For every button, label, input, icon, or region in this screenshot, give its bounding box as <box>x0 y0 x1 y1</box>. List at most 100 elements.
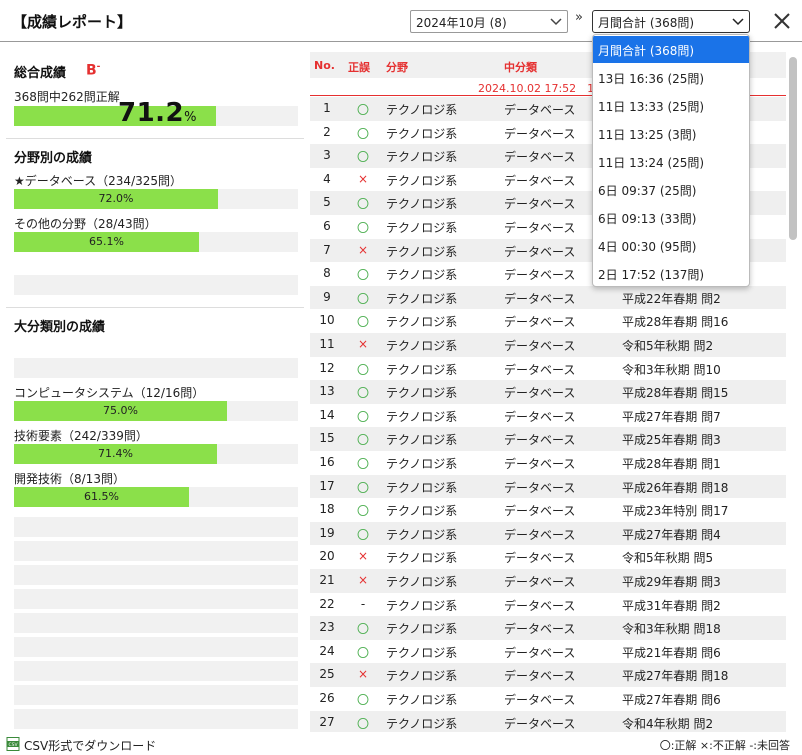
csv-download-link[interactable]: CSV形式でダウンロード <box>24 737 156 754</box>
table-row[interactable]: 19 〇 テクノロジ系 データベース 平成27年春期 問4 <box>310 521 786 546</box>
table-row[interactable]: 10 〇 テクノロジ系 データベース 平成28年春期 問16 <box>310 309 786 333</box>
table-row[interactable]: 20 × テクノロジ系 データベース 令和5年秋期 問5 <box>310 545 786 569</box>
overall-title: 総合成績 <box>14 66 67 81</box>
divider <box>6 307 304 308</box>
dropdown-option[interactable]: 4日 00:30 (95問) <box>593 232 749 259</box>
table-row[interactable]: 25 × テクノロジ系 データベース 平成27年春期 問18 <box>310 663 786 687</box>
row-mid: データベース <box>504 126 576 141</box>
table-row[interactable]: 22 - テクノロジ系 データベース 平成31年春期 問2 <box>310 593 786 617</box>
dropdown-option[interactable]: 月間合計 (368問) <box>593 36 749 63</box>
row-field: テクノロジ系 <box>386 386 458 401</box>
row-field: テクノロジ系 <box>386 693 458 707</box>
row-mid: データベース <box>504 315 576 330</box>
table-row[interactable]: 26 〇 テクノロジ系 データベース 平成27年春期 問6 <box>310 687 786 711</box>
row-mark: 〇 <box>356 103 369 117</box>
row-mid: データベース <box>504 669 576 684</box>
table-row[interactable]: 27 〇 テクノロジ系 データベース 令和4年秋期 問2 <box>310 710 786 732</box>
overall-percent: 71.2% <box>118 98 197 128</box>
dropdown-option[interactable]: 13日 16:36 (25問) <box>593 64 749 91</box>
empty-row <box>14 275 298 295</box>
row-mid: データベース <box>504 551 576 566</box>
empty-row <box>14 637 298 657</box>
row-mark: 〇 <box>356 716 369 731</box>
row-source: 令和3年秋期 問10 <box>622 362 721 377</box>
row-mark: × <box>357 549 369 564</box>
row-no: 16 <box>319 455 335 469</box>
empty-row <box>14 517 298 537</box>
row-source: 平成28年春期 問15 <box>622 386 729 401</box>
row-mid: データベース <box>504 480 576 495</box>
col-header-mark: 正誤 <box>348 61 370 74</box>
table-row[interactable]: 11 × テクノロジ系 データベース 令和5年秋期 問2 <box>310 333 786 357</box>
row-no: 12 <box>319 360 335 375</box>
empty-row <box>14 685 298 705</box>
empty-row <box>14 565 298 585</box>
row-mid: データベース <box>504 457 576 471</box>
row-mark: 〇 <box>356 645 369 660</box>
field-bar: 65.1% <box>14 232 298 252</box>
row-no: 1 <box>323 101 331 115</box>
field-section-title: 分野別の成績 <box>14 151 93 166</box>
category-item-label: 技術要素（242/339問） <box>14 429 148 443</box>
row-source: 平成28年春期 問1 <box>622 457 721 471</box>
table-row[interactable]: 18 〇 テクノロジ系 データベース 平成23年特別 問17 <box>310 498 786 522</box>
scrollbar-thumb[interactable] <box>789 57 797 240</box>
row-source: 平成28年春期 問16 <box>622 315 729 330</box>
row-mid: データベース <box>504 409 576 424</box>
dropdown-option[interactable]: 11日 13:24 (25問) <box>593 148 749 175</box>
table-row[interactable]: 12 〇 テクノロジ系 データベース 令和3年秋期 問10 <box>310 357 786 381</box>
row-source: 平成27年春期 問18 <box>622 669 729 684</box>
dropdown-option[interactable]: 11日 13:25 (3問) <box>593 120 749 147</box>
row-mid: データベース <box>504 386 576 401</box>
row-no: 20 <box>319 549 335 564</box>
row-no: 8 <box>323 266 331 281</box>
row-field: テクノロジ系 <box>386 291 458 306</box>
table-row[interactable]: 13 〇 テクノロジ系 データベース 平成28年春期 問15 <box>310 380 786 404</box>
table-row[interactable]: 14 〇 テクノロジ系 データベース 平成27年春期 問7 <box>310 404 786 428</box>
dropdown-option[interactable]: 11日 13:33 (25問) <box>593 92 749 119</box>
row-no: 23 <box>319 620 335 635</box>
row-field: テクノロジ系 <box>386 598 458 613</box>
table-row[interactable]: 9 〇 テクノロジ系 データベース 平成22年春期 問2 <box>310 285 786 310</box>
table-row[interactable]: 21 × テクノロジ系 データベース 平成29年春期 問3 <box>310 569 786 593</box>
row-mid: データベース <box>504 197 576 212</box>
row-source: 平成27年春期 問6 <box>622 693 721 707</box>
row-mid: データベース <box>504 221 576 235</box>
mark-legend: 〇:正解 ×:不正解 -:未回答 <box>659 739 790 752</box>
row-field: テクノロジ系 <box>386 126 458 141</box>
table-row[interactable]: 23 〇 テクノロジ系 データベース 令和3年秋期 問18 <box>310 616 786 640</box>
month-select[interactable]: 2024年10月 (8) <box>410 10 568 33</box>
row-no: 17 <box>319 478 335 493</box>
dropdown-option[interactable]: 6日 09:13 (33問) <box>593 204 749 231</box>
table-row[interactable]: 24 〇 テクノロジ系 データベース 平成21年春期 問6 <box>310 640 786 664</box>
grade-badge: B- <box>86 62 100 79</box>
row-no: 24 <box>319 643 335 658</box>
table-row[interactable]: 17 〇 テクノロジ系 データベース 平成26年春期 問18 <box>310 474 786 499</box>
row-mid: データベース <box>504 598 576 613</box>
col-header-no: No. <box>314 59 335 72</box>
table-row[interactable]: 16 〇 テクノロジ系 データベース 平成28年春期 問1 <box>310 451 786 475</box>
category-bar: 61.5% <box>14 487 298 507</box>
session-select[interactable]: 月間合計 (368問) <box>592 10 750 33</box>
row-mid: データベース <box>504 103 576 117</box>
col-header-field: 分野 <box>386 61 408 74</box>
col-header-mid: 中分類 <box>504 61 537 74</box>
row-source: 平成29年春期 問3 <box>622 575 721 589</box>
row-field: テクノロジ系 <box>386 197 458 212</box>
session-date: 2024.10.02 17:52 1 <box>478 82 595 95</box>
empty-row <box>14 358 298 378</box>
dropdown-option[interactable]: 6日 09:37 (25問) <box>593 176 749 203</box>
overall-detail: 368問中262問正解 <box>14 90 120 104</box>
row-no: 19 <box>319 525 335 540</box>
row-source: 令和4年秋期 問2 <box>622 716 714 731</box>
close-icon[interactable] <box>770 9 794 33</box>
row-no: 27 <box>319 714 335 729</box>
row-mid: データベース <box>504 173 576 188</box>
row-mid: データベース <box>504 716 576 731</box>
row-mid: データベース <box>504 693 576 707</box>
csv-file-icon[interactable]: CSV <box>6 737 20 751</box>
dropdown-option[interactable]: 2日 17:52 (137問) <box>593 260 749 286</box>
field-bar-pct: 72.0% <box>98 192 134 205</box>
row-source: 平成25年春期 問3 <box>622 433 721 448</box>
table-row[interactable]: 15 〇 テクノロジ系 データベース 平成25年春期 問3 <box>310 427 786 451</box>
